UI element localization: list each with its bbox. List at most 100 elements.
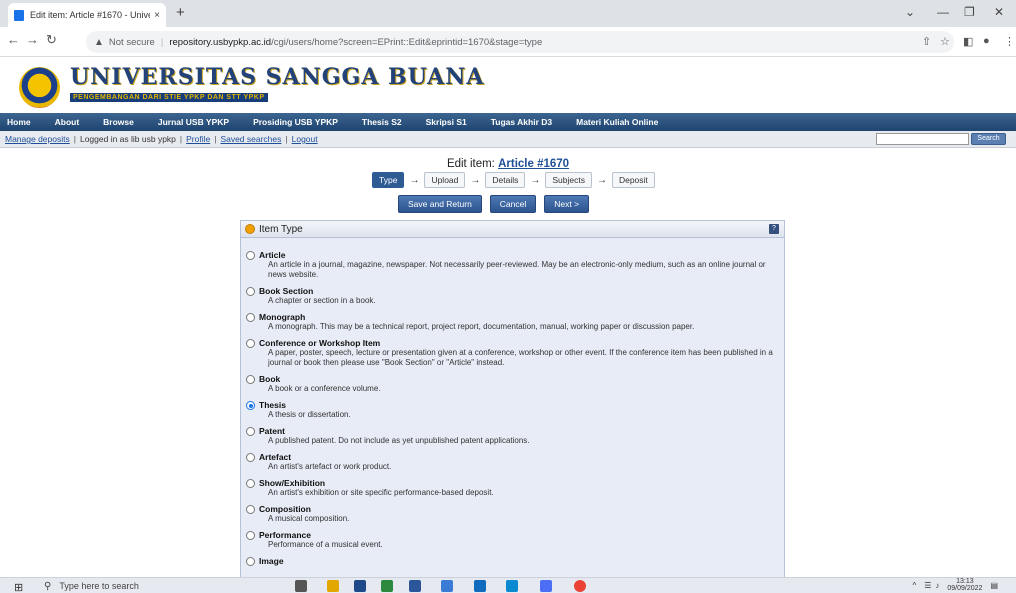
menu-thesis-s2[interactable]: Thesis S2 xyxy=(362,117,402,127)
radio-button[interactable] xyxy=(246,427,255,436)
radio-button[interactable] xyxy=(246,401,255,410)
maximize-button[interactable]: ❐ xyxy=(964,5,975,19)
app-icon[interactable] xyxy=(354,580,366,592)
clock[interactable]: 13:13 09/09/2022 xyxy=(947,578,982,592)
item-type-option[interactable]: Image xyxy=(246,556,784,566)
item-type-option[interactable]: Artefact An artist's artefact or work pro… xyxy=(246,452,784,472)
profile-icon[interactable]: ● xyxy=(983,35,990,47)
stage-type[interactable]: Type xyxy=(372,172,405,188)
word-icon[interactable] xyxy=(409,580,421,592)
menu-jurnal[interactable]: Jurnal USB YPKP xyxy=(158,117,229,127)
back-icon[interactable]: ← xyxy=(7,32,20,47)
chevron-up-icon[interactable]: ^ xyxy=(912,581,916,590)
menu-icon[interactable]: ⋮ xyxy=(1004,35,1015,48)
item-type-option[interactable]: Monograph A monograph. This may be a tech… xyxy=(246,312,784,332)
radio-button[interactable] xyxy=(246,505,255,514)
edge-icon[interactable] xyxy=(506,580,518,592)
notification-icon[interactable]: ▤ xyxy=(990,581,998,590)
close-window-button[interactable]: ✕ xyxy=(994,5,1004,19)
minimize-button[interactable]: — xyxy=(937,5,949,19)
item-type-option[interactable]: Show/Exhibition An artist's exhibition or… xyxy=(246,478,784,498)
tab-search-icon[interactable]: ⌄ xyxy=(905,5,915,19)
item-type-option[interactable]: Thesis A thesis or dissertation. xyxy=(246,400,784,420)
profile-link[interactable]: Profile xyxy=(186,134,210,144)
menu-browse[interactable]: Browse xyxy=(103,117,134,127)
item-type-option[interactable]: Composition A musical composition. xyxy=(246,504,784,524)
system-tray: ^ ☰ ♪ 13:13 09/09/2022 ▤ xyxy=(912,578,998,592)
menu-materi-kuliah[interactable]: Materi Kuliah Online xyxy=(576,117,658,127)
option-name: Show/Exhibition xyxy=(259,478,326,488)
menu-skripsi-s1[interactable]: Skripsi S1 xyxy=(426,117,467,127)
store-icon[interactable] xyxy=(540,580,552,592)
site-name: UNIVERSITAS SANGGA BUANA xyxy=(70,64,485,90)
radio-button[interactable] xyxy=(246,251,255,260)
item-type-option[interactable]: Book Section A chapter or section in a bo… xyxy=(246,286,784,306)
radio-button[interactable] xyxy=(246,313,255,322)
reload-icon[interactable]: ↻ xyxy=(46,32,57,48)
save-and-return-button[interactable]: Save and Return xyxy=(398,195,482,213)
radio-button[interactable] xyxy=(246,453,255,462)
item-type-option[interactable]: Article An article in a journal, magazine… xyxy=(246,250,784,280)
menu-prosiding[interactable]: Prosiding USB YPKP xyxy=(253,117,338,127)
radio-button[interactable] xyxy=(246,531,255,540)
item-type-option[interactable]: Book A book or a conference volume. xyxy=(246,374,784,394)
arrow-icon: → xyxy=(409,174,420,186)
taskbar: ⊞ ⚲ Type here to search ^ ☰ ♪ 13:13 09/0… xyxy=(0,577,1016,593)
menu-home[interactable]: Home xyxy=(7,117,31,127)
sidepanel-icon[interactable]: ◧ xyxy=(963,35,973,48)
app-icon[interactable] xyxy=(381,580,393,592)
close-tab-icon[interactable]: × xyxy=(154,10,160,21)
item-type-option[interactable]: Performance Performance of a musical even… xyxy=(246,530,784,550)
chrome-icon[interactable] xyxy=(574,580,586,592)
radio-button[interactable] xyxy=(246,479,255,488)
university-logo-icon xyxy=(19,67,60,108)
windows-start-icon[interactable]: ⊞ xyxy=(14,581,23,593)
browser-tab[interactable]: Edit item: Article #1670 - Univers × xyxy=(8,3,166,27)
stage-deposit[interactable]: Deposit xyxy=(611,172,655,188)
page-title-prefix: Edit item: xyxy=(446,158,499,170)
option-description: An artist's exhibition or site specific … xyxy=(268,488,494,497)
article-link[interactable]: Article #1670 xyxy=(498,158,569,170)
menu-about[interactable]: About xyxy=(55,117,80,127)
stage-subjects[interactable]: Subjects xyxy=(545,172,592,188)
option-name: Thesis xyxy=(259,400,286,410)
manage-deposits-link[interactable]: Manage deposits xyxy=(5,134,70,144)
option-text: Book A book or a conference volume. xyxy=(259,374,784,394)
panel-header: Item Type ? xyxy=(241,221,784,238)
mail-icon[interactable] xyxy=(474,580,486,592)
share-icon[interactable]: ⇧ xyxy=(922,35,931,48)
camera-icon[interactable] xyxy=(441,580,453,592)
radio-button[interactable] xyxy=(246,375,255,384)
separator: | xyxy=(214,134,217,144)
url-bar[interactable]: ▲ Not secure | repository.usbypkp.ac.id … xyxy=(86,31,954,53)
warning-icon: ▲ xyxy=(94,36,104,48)
radio-button[interactable] xyxy=(246,339,255,348)
radio-button[interactable] xyxy=(246,557,255,566)
task-view-icon[interactable] xyxy=(295,580,307,592)
radio-button[interactable] xyxy=(246,287,255,296)
option-text: Book Section A chapter or section in a bo… xyxy=(259,286,784,306)
option-description: Performance of a musical event. xyxy=(268,540,383,549)
cancel-button[interactable]: Cancel xyxy=(489,195,537,213)
volume-icon[interactable]: ♪ xyxy=(935,581,939,590)
stage-upload[interactable]: Upload xyxy=(424,172,466,188)
search-input[interactable] xyxy=(876,133,969,145)
new-tab-button[interactable]: + xyxy=(176,4,185,21)
item-type-option[interactable]: Conference or Workshop Item A paper, post… xyxy=(246,338,784,368)
url-path: /cgi/users/home?screen=EPrint::Edit&epri… xyxy=(271,36,543,48)
bookmark-star-icon[interactable]: ☆ xyxy=(940,35,950,48)
forward-icon[interactable]: → xyxy=(26,32,39,47)
saved-searches-link[interactable]: Saved searches xyxy=(220,134,281,144)
file-explorer-icon[interactable] xyxy=(327,580,339,592)
help-icon[interactable]: ? xyxy=(769,224,779,234)
next-button[interactable]: Next > xyxy=(544,195,590,213)
item-type-option[interactable]: Patent A published patent. Do not include… xyxy=(246,426,784,446)
menu-tugas-akhir[interactable]: Tugas Akhir D3 xyxy=(491,117,552,127)
required-icon xyxy=(245,224,255,234)
network-icon[interactable]: ☰ xyxy=(924,581,931,590)
logout-link[interactable]: Logout xyxy=(292,134,318,144)
arrow-icon: → xyxy=(530,174,541,186)
stage-details[interactable]: Details xyxy=(485,172,526,188)
taskbar-search[interactable]: ⚲ Type here to search xyxy=(44,579,264,593)
search-button[interactable]: Search xyxy=(971,133,1006,145)
